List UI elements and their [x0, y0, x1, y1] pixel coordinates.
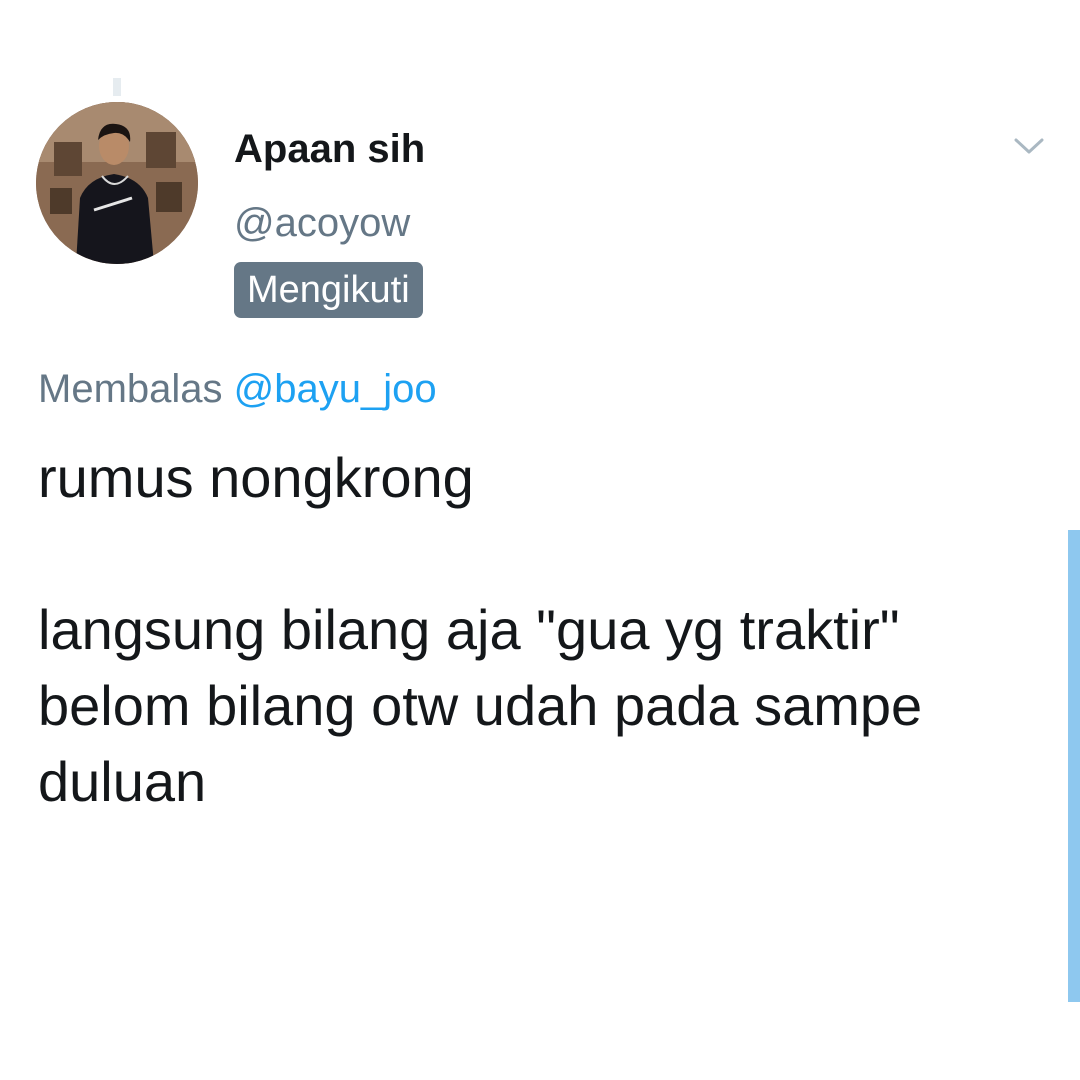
reply-prefix: Membalas — [38, 367, 234, 411]
tweet-text: rumus nongkrong langsung bilang aja "gua… — [38, 446, 923, 813]
reply-context: Membalas @bayu_joo — [38, 366, 437, 412]
avatar[interactable] — [36, 102, 198, 264]
thread-connector-line — [113, 78, 121, 96]
following-badge[interactable]: Mengikuti — [234, 262, 423, 318]
avatar-photo — [36, 102, 198, 264]
author-handle[interactable]: @acoyow — [234, 200, 410, 246]
scrollbar-thumb[interactable] — [1068, 530, 1080, 1002]
chevron-down-icon[interactable] — [1010, 131, 1048, 161]
tweet-screenshot: Apaan sih @acoyow Mengikuti Membalas @ba… — [0, 0, 1080, 1080]
author-display-name[interactable]: Apaan sih — [234, 126, 425, 172]
reply-mention-link[interactable]: @bayu_joo — [234, 367, 437, 411]
